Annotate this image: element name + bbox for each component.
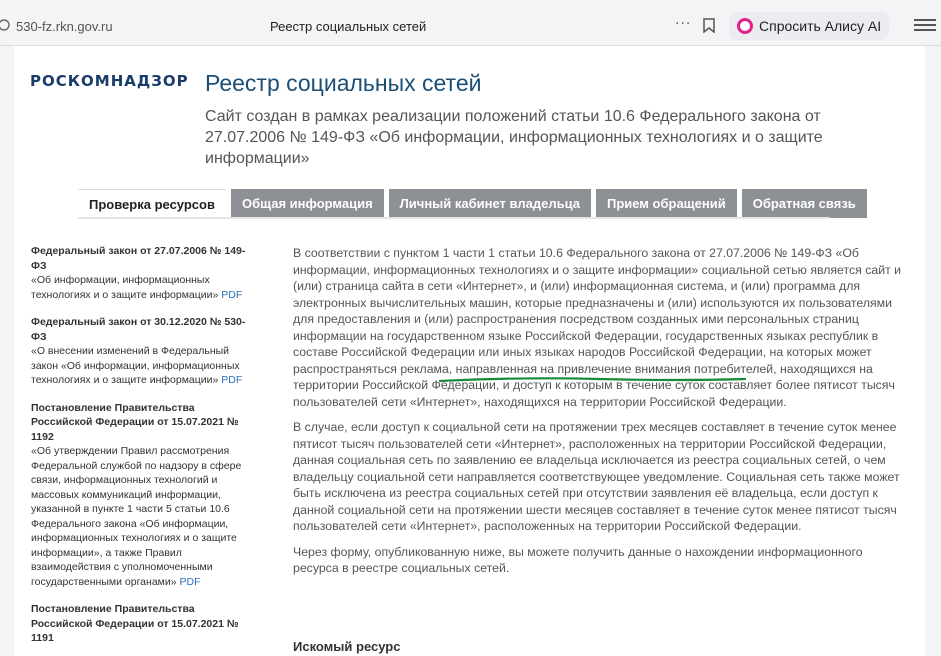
law-description: «Об информации, информационных технологи…: [31, 274, 219, 301]
law-item: Федеральный закон от 27.07.2006 № 149-ФЗ…: [31, 244, 253, 302]
page-title: Реестр социальных сетей: [205, 70, 482, 96]
tabs-divider: [78, 217, 830, 219]
law-item: Федеральный закон от 30.12.2020 № 530-ФЗ…: [31, 315, 253, 388]
browser-page-title: Реестр социальных сетей: [270, 19, 427, 34]
bookmark-icon[interactable]: [703, 18, 715, 33]
tab-general-info[interactable]: Общая информация: [230, 189, 384, 218]
alisa-icon: [737, 18, 753, 34]
site-info-icon[interactable]: [0, 18, 14, 32]
law-description: «Об утверждении Правил рассмотрения Феде…: [31, 445, 242, 588]
law-pdf-link[interactable]: PDF: [221, 289, 242, 301]
tab-resource-check[interactable]: Проверка ресурсов: [78, 189, 226, 218]
tab-owner-account[interactable]: Личный кабинет владельца: [388, 189, 591, 218]
law-title: Федеральный закон от 27.07.2006 № 149-ФЗ: [31, 245, 246, 272]
law-pdf-link[interactable]: PDF: [180, 576, 201, 588]
article-paragraph: В соответствии с пунктом 1 части 1 стать…: [293, 246, 901, 409]
article-paragraph: В случае, если доступ к социальной сети …: [293, 420, 900, 533]
law-item: Постановление Правительства Российской Ф…: [31, 401, 253, 590]
laws-sidebar: Федеральный закон от 27.07.2006 № 149-ФЗ…: [31, 244, 253, 656]
page-content: РОСКОМНАДЗОР Реестр социальных сетей Сай…: [14, 46, 925, 656]
law-title: Постановление Правительства Российской Ф…: [31, 603, 239, 644]
law-title: Федеральный закон от 30.12.2020 № 530-ФЗ: [31, 316, 246, 343]
law-title: Постановление Правительства Российской Ф…: [31, 401, 239, 443]
ask-alisa-button[interactable]: Спросить Алису AI: [729, 12, 889, 40]
law-description: «О внесении изменений в Федеральный зако…: [31, 345, 240, 386]
main-article: В соответствии с пунктом 1 части 1 стать…: [293, 245, 905, 586]
main-tabs: Проверка ресурсов Общая информация Личны…: [78, 189, 867, 218]
law-item: Постановление Правительства Российской Ф…: [31, 602, 253, 646]
law-pdf-link[interactable]: PDF: [221, 374, 242, 386]
more-options-icon[interactable]: ···: [675, 16, 691, 32]
browser-right-edge: [925, 46, 941, 656]
browser-menu-icon[interactable]: [914, 16, 936, 32]
browser-left-edge: [0, 46, 14, 656]
address-bar-url[interactable]: 530-fz.rkn.gov.ru: [16, 19, 113, 34]
article-paragraph: Через форму, опубликованную ниже, вы мож…: [293, 544, 863, 576]
page-subtitle: Сайт создан в рамках реализации положени…: [205, 108, 823, 167]
tab-appeals[interactable]: Прием обращений: [595, 189, 737, 218]
browser-toolbar: 530-fz.rkn.gov.ru Реестр социальных сете…: [0, 0, 941, 46]
tab-feedback[interactable]: Обратная связь: [741, 189, 867, 218]
ask-alisa-label: Спросить Алису AI: [759, 18, 882, 34]
roskomnadzor-logo[interactable]: РОСКОМНАДЗОР: [30, 72, 189, 90]
green-underline-annotation: [439, 377, 746, 383]
search-resource-heading: Искомый ресурс: [293, 639, 401, 654]
